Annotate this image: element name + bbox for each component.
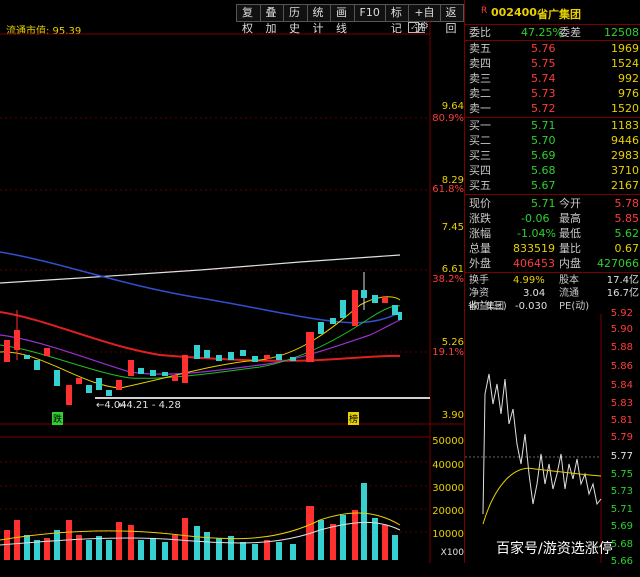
bid-row[interactable]: 买三 5.69 2983 bbox=[467, 148, 639, 163]
candles bbox=[4, 272, 402, 405]
mini-tick: 5.81 bbox=[610, 415, 633, 426]
ask-row[interactable]: 卖四 5.75 1524 bbox=[467, 56, 639, 71]
mini-tick: 5.92 bbox=[610, 308, 633, 319]
mini-tick: 5.90 bbox=[610, 324, 633, 335]
kline-svg bbox=[0, 20, 464, 563]
stat-row: 现价 5.71 今开 5.78 bbox=[469, 197, 639, 210]
mini-tick: 5.77 bbox=[610, 451, 633, 462]
mini-tick: 5.68 bbox=[610, 539, 633, 550]
mini-tick: 5.79 bbox=[610, 432, 633, 443]
stock-name: 省广集团 bbox=[537, 8, 581, 21]
stock-header: R 002400 省广集团 bbox=[465, 6, 640, 22]
mini-tick: 5.71 bbox=[610, 504, 633, 515]
mini-tick: 5.86 bbox=[610, 361, 633, 372]
wei-cha-value: 12508 bbox=[604, 26, 639, 39]
bid-row[interactable]: 买二 5.70 9446 bbox=[467, 133, 639, 148]
mini-tick: 5.66 bbox=[610, 556, 633, 567]
wei-bi-row: 委比 47.25% 委差 12508 bbox=[469, 26, 639, 39]
watermark: 百家号/游资选涨停 bbox=[496, 541, 613, 557]
flag-badge: R bbox=[481, 6, 488, 16]
mini-line-svg bbox=[465, 314, 602, 563]
mini-tick: 5.69 bbox=[610, 521, 633, 532]
mini-title: 省广集团 bbox=[468, 302, 505, 312]
mini-tick: 5.83 bbox=[610, 398, 633, 409]
ask-row[interactable]: 卖二 5.73 976 bbox=[467, 86, 639, 101]
bid-row[interactable]: 买一 5.71 1183 bbox=[467, 118, 639, 133]
mini-tick: 5.75 bbox=[610, 469, 633, 480]
stat-row: 涨幅 -1.04% 最低 5.62 bbox=[469, 227, 639, 240]
bid-row[interactable]: 买四 5.68 3710 bbox=[467, 163, 639, 178]
range-annotation: ←4.21 - 4.28 bbox=[118, 400, 181, 411]
ask-row[interactable]: 卖五 5.76 1969 bbox=[467, 41, 639, 56]
ask-row[interactable]: 卖三 5.74 992 bbox=[467, 71, 639, 86]
ma-white-line bbox=[0, 254, 401, 284]
mini-tick: 5.73 bbox=[610, 486, 633, 497]
kline-chart-area[interactable]: 复权 叠加 历史 统计 画线 F10 标记 +自选 返回 流通市值: 95.39… bbox=[0, 0, 465, 563]
ask-row[interactable]: 卖一 5.72 1520 bbox=[467, 101, 639, 116]
bid-row[interactable]: 买五 5.67 2167 bbox=[467, 178, 639, 193]
quote-panel: R 002400 省广集团 委比 47.25% 委差 12508 卖五 5.76 1… bbox=[464, 0, 640, 567]
stat-row: 总量 833519 量比 0.67 bbox=[469, 242, 639, 255]
stat-row: 外盘 406453 内盘 427066 bbox=[469, 257, 639, 270]
mini-tick: 5.84 bbox=[610, 380, 633, 391]
volume-bars bbox=[4, 483, 398, 560]
rank-marker: 榜 bbox=[348, 412, 360, 425]
mini-tick: 5.88 bbox=[610, 342, 633, 353]
drop-marker: 跌 bbox=[52, 412, 64, 425]
stat-row: 涨跌 -0.06 最高 5.85 bbox=[469, 212, 639, 225]
wei-bi-value: 47.25% bbox=[521, 26, 563, 39]
stock-code: 002400 bbox=[491, 6, 537, 19]
